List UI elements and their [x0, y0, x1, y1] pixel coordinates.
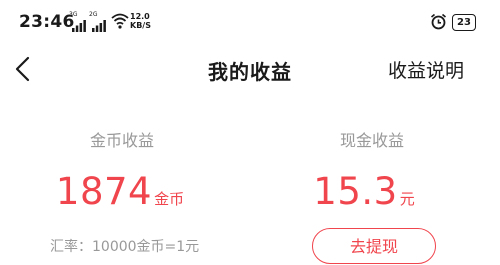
- exchange-rate-text: 汇率：10000金币=1元: [50, 239, 200, 255]
- cash-earnings-title: 现金收益: [339, 131, 404, 150]
- cash-earnings-amount: 15.3 元: [239, 170, 489, 213]
- network-speed: 12.0 KB/S: [130, 12, 151, 30]
- signal-3g-icon: 3G: [69, 12, 87, 32]
- coin-unit: 金币: [154, 190, 185, 208]
- clock-time: 23:46: [19, 12, 75, 32]
- withdraw-button[interactable]: 去提现: [312, 228, 436, 264]
- coin-earnings-amount: 1874 金币: [0, 170, 245, 213]
- status-bar: 23:46 3G 2G 12.0 KB/S 23: [0, 0, 500, 46]
- coin-amount-value: 1874: [55, 170, 153, 213]
- battery-icon: 23: [452, 14, 476, 31]
- coin-earnings-title: 金币收益: [89, 131, 154, 150]
- cash-amount-value: 15.3: [313, 170, 398, 213]
- cash-unit: 元: [399, 190, 415, 208]
- earnings-help-link[interactable]: 收益说明: [388, 56, 464, 83]
- alarm-icon: [430, 13, 447, 30]
- wifi-icon: [111, 13, 129, 29]
- signal-2g-icon: 2G: [89, 12, 107, 32]
